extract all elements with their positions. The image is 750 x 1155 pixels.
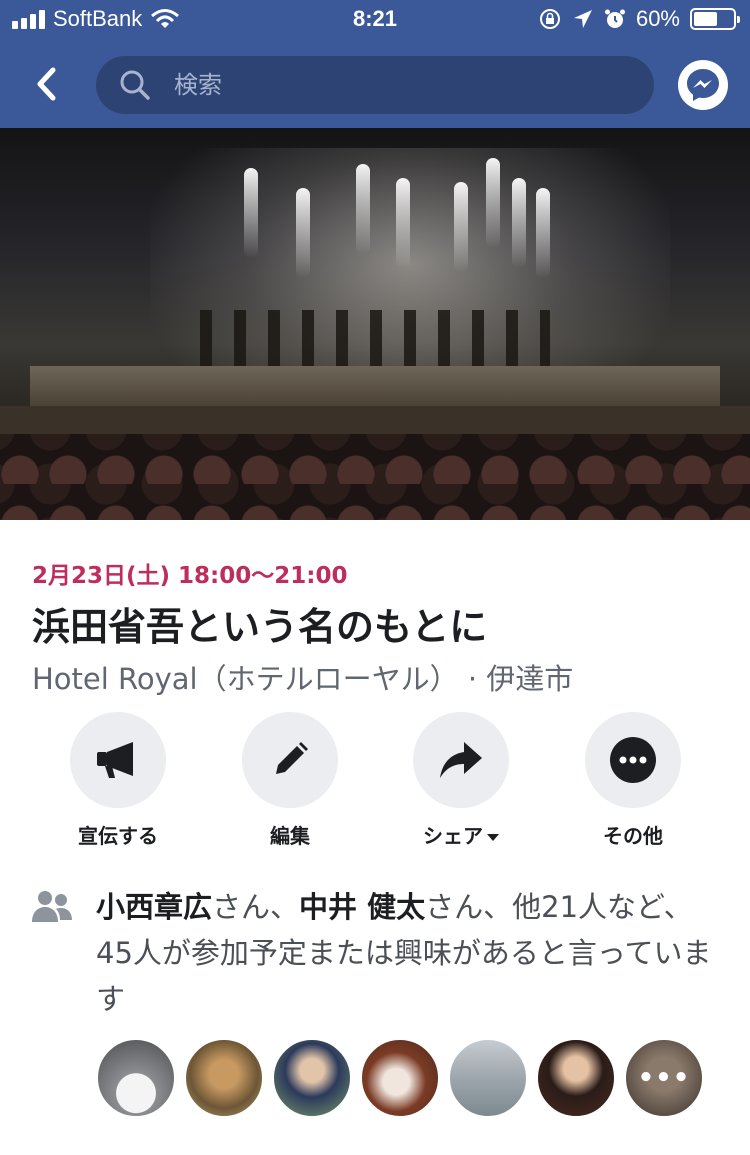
- messenger-icon: [687, 69, 719, 101]
- nav-bar: [0, 40, 750, 128]
- avatar[interactable]: [448, 1038, 528, 1118]
- messenger-button[interactable]: [678, 60, 728, 110]
- event-cover-photo[interactable]: [0, 128, 750, 520]
- search-input[interactable]: [174, 64, 614, 106]
- avatar[interactable]: [536, 1038, 616, 1118]
- attendees-summary[interactable]: 小西章広さん、中井 健太さん、他21人など、45人が参加予定または興味があると言…: [96, 884, 721, 1022]
- search-icon: [120, 70, 150, 100]
- edit-button[interactable]: 編集: [204, 712, 376, 852]
- more-button[interactable]: その他: [547, 712, 719, 852]
- attendee-name[interactable]: 中井 健太: [299, 890, 425, 924]
- battery-icon: [690, 8, 740, 30]
- search-bar[interactable]: [96, 56, 654, 114]
- avatar[interactable]: [272, 1038, 352, 1118]
- event-actions: 宣伝する 編集 シェア その他: [0, 712, 750, 852]
- back-button[interactable]: [26, 60, 66, 108]
- event-title: 浜田省吾という名のもとに: [32, 605, 488, 649]
- share-arrow-icon: [440, 742, 482, 778]
- event-date-time: 2月23日(土) 18:00〜21:00: [32, 563, 348, 589]
- avatar[interactable]: [184, 1038, 264, 1118]
- more-dots-icon: •••: [637, 1063, 691, 1093]
- attendee-name[interactable]: 小西章広: [96, 890, 212, 924]
- location-arrow-icon: [573, 10, 592, 28]
- share-button[interactable]: シェア: [375, 712, 547, 852]
- battery-percent: 60%: [635, 6, 680, 31]
- status-bar: SoftBank 8:21 60%: [0, 0, 750, 40]
- avatar[interactable]: [96, 1038, 176, 1118]
- more-dots-icon: [610, 737, 656, 783]
- attendee-avatars: •••: [96, 1038, 716, 1118]
- people-icon: [32, 891, 72, 922]
- orientation-lock-icon: [539, 9, 560, 29]
- alarm-icon: [604, 9, 625, 28]
- pencil-icon: [276, 742, 308, 774]
- chevron-left-icon: [37, 67, 56, 101]
- more-attendees-button[interactable]: •••: [624, 1038, 704, 1118]
- event-location[interactable]: Hotel Royal（ホテルローヤル） · 伊達市: [32, 656, 573, 698]
- promote-button[interactable]: 宣伝する: [32, 712, 204, 852]
- avatar[interactable]: [360, 1038, 440, 1118]
- chevron-down-icon: [487, 834, 499, 841]
- megaphone-icon: [97, 742, 133, 778]
